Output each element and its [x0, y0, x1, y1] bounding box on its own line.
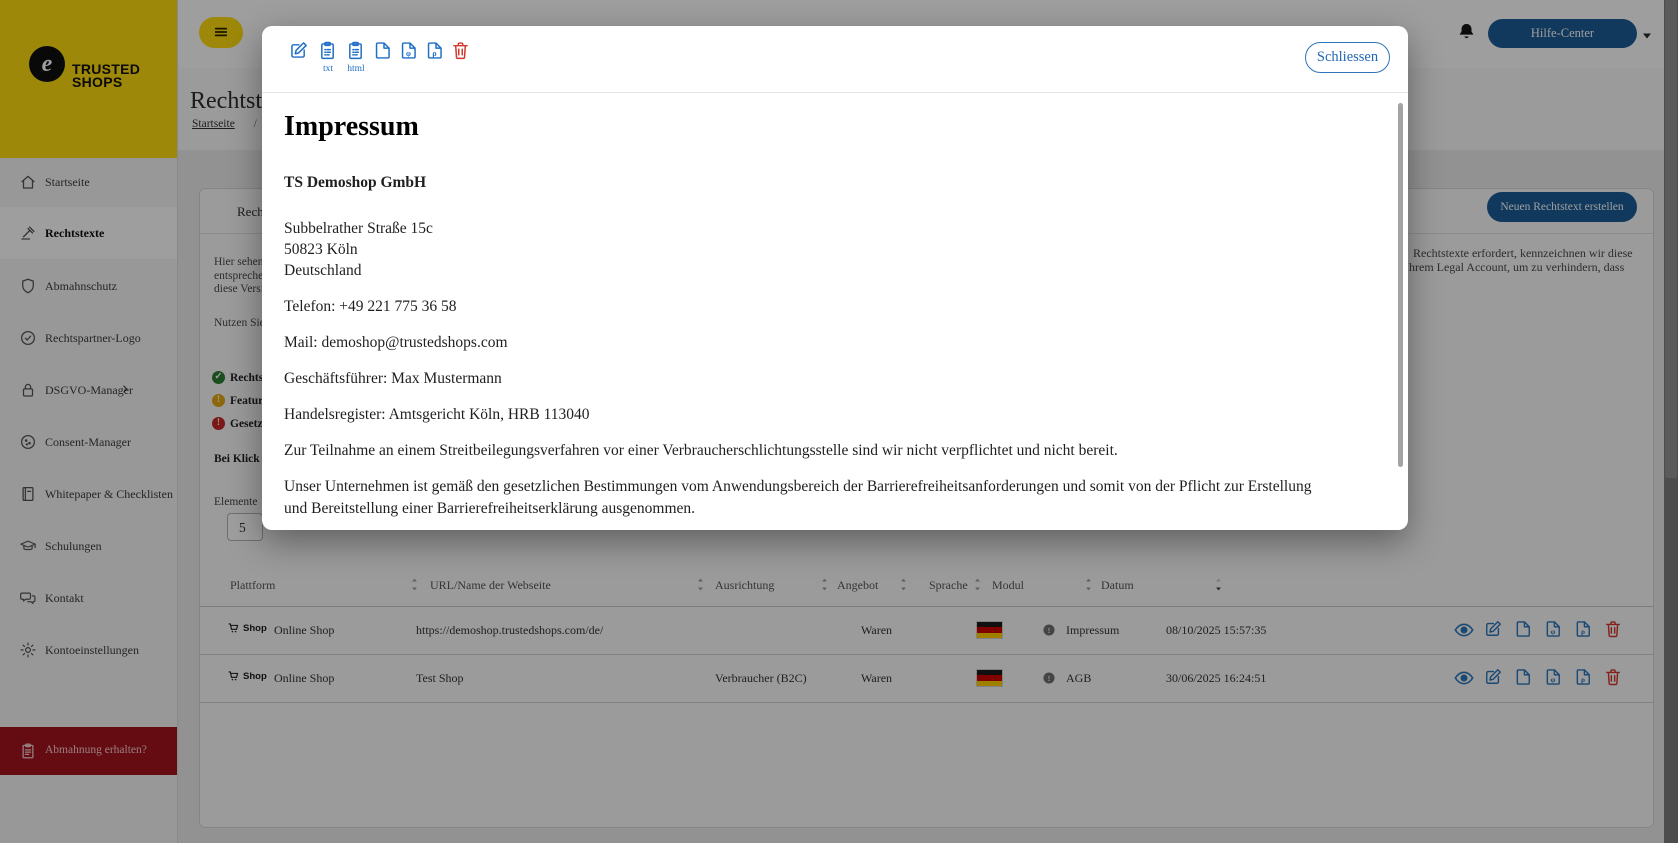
- file-pdf-icon[interactable]: ρ: [424, 40, 446, 62]
- file-icon[interactable]: [372, 40, 394, 62]
- dispute-resolution-paragraph: Zur Teilnahme an einem Streitbeilegungsv…: [284, 440, 1314, 461]
- managing-director-line: Geschäftsführer: Max Mustermann: [284, 368, 1314, 389]
- app-screen: e TRUSTED SHOPS Startseite Rechtstexte A…: [0, 0, 1678, 843]
- address-street: Subbelrather Straße 15c: [284, 218, 1314, 239]
- copy-txt-clipboard-icon[interactable]: [317, 40, 339, 62]
- close-button[interactable]: Schliessen: [1305, 42, 1390, 73]
- address-country: Deutschland: [284, 260, 1314, 281]
- commercial-register-line: Handelsregister: Amtsgericht Köln, HRB 1…: [284, 404, 1314, 425]
- impressum-modal: txt html φ ρ Schliessen Impressum TS Dem…: [262, 26, 1408, 530]
- modal-scrollbar-thumb[interactable]: [1398, 103, 1403, 467]
- impressum-content: Impressum TS Demoshop GmbH Subbelrather …: [284, 92, 1314, 520]
- company-address: Subbelrather Straße 15c 50823 Köln Deuts…: [284, 218, 1314, 281]
- svg-text:ρ: ρ: [432, 49, 436, 58]
- svg-text:φ: φ: [406, 49, 411, 58]
- modal-toolbar: txt html φ ρ Schliessen: [262, 26, 1408, 93]
- edit-icon[interactable]: [288, 40, 310, 62]
- accessibility-paragraph: Unser Unternehmen ist gemäß den gesetzli…: [284, 476, 1314, 520]
- address-city: 50823 Köln: [284, 239, 1314, 260]
- company-name: TS Demoshop GmbH: [284, 172, 1314, 193]
- phone-line: Telefon: +49 221 775 36 58: [284, 296, 1314, 317]
- impressum-heading: Impressum: [284, 110, 1314, 144]
- copy-html-clipboard-icon[interactable]: [345, 40, 367, 62]
- txt-label: txt: [313, 64, 343, 74]
- email-line: Mail: demoshop@trustedshops.com: [284, 332, 1314, 353]
- html-label: html: [341, 64, 371, 74]
- delete-trash-icon[interactable]: [450, 40, 472, 62]
- file-word-icon[interactable]: φ: [398, 40, 420, 62]
